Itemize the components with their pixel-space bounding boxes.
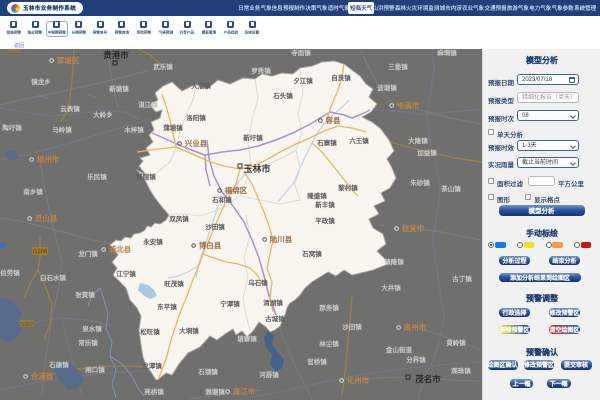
svg-text:博白县: 博白县 — [199, 240, 222, 250]
svg-text:伯劳镇: 伯劳镇 — [0, 268, 20, 277]
svg-text:旺茂镇: 旺茂镇 — [164, 279, 184, 288]
svg-text:张黄镇: 张黄镇 — [75, 290, 95, 299]
svg-text:大潘镇: 大潘镇 — [191, 81, 211, 90]
svg-text:大井镇: 大井镇 — [381, 283, 401, 292]
svg-text:松旺镇: 松旺镇 — [140, 327, 160, 336]
svg-text:镇隆镇: 镇隆镇 — [384, 257, 404, 266]
svg-text:大岭乡: 大岭乡 — [93, 110, 113, 119]
svg-text:马岭镇: 马岭镇 — [52, 125, 72, 134]
svg-text:观珠镇: 观珠镇 — [451, 366, 471, 375]
svg-text:官桥镇: 官桥镇 — [307, 357, 327, 366]
svg-text:黄岭镇: 黄岭镇 — [446, 338, 466, 347]
svg-text:洛阳镇: 洛阳镇 — [186, 113, 206, 122]
svg-text:麻垌镇: 麻垌镇 — [437, 49, 457, 57]
svg-text:浦北县: 浦北县 — [109, 244, 132, 254]
svg-text:沙田镇: 沙田镇 — [205, 222, 225, 231]
svg-text:灵山县: 灵山县 — [35, 213, 58, 223]
svg-text:闸口镇: 闸口镇 — [85, 365, 105, 374]
svg-text:武乐镇: 武乐镇 — [153, 62, 173, 71]
svg-text:石康镇: 石康镇 — [49, 360, 69, 369]
svg-text:镇龙乡: 镇龙乡 — [31, 77, 51, 86]
svg-text:金山街道: 金山街道 — [386, 345, 413, 354]
svg-text:沙田镇: 沙田镇 — [342, 322, 362, 331]
svg-text:黎村镇: 黎村镇 — [338, 183, 358, 192]
svg-text:茂名市: 茂名市 — [415, 374, 441, 384]
svg-text:陆川县: 陆川县 — [270, 234, 293, 244]
svg-text:六王镇: 六王镇 — [349, 136, 369, 145]
svg-text:石和镇: 石和镇 — [212, 195, 232, 204]
svg-text:南乡镇: 南乡镇 — [23, 187, 43, 196]
svg-text:石颈镇: 石颈镇 — [198, 367, 218, 376]
svg-text:石窝镇: 石窝镇 — [302, 249, 322, 258]
svg-text:亮桥镇: 亮桥镇 — [144, 387, 164, 396]
svg-text:河唇镇: 河唇镇 — [259, 370, 279, 379]
svg-text:石头镇: 石头镇 — [273, 91, 293, 100]
svg-text:那务镇: 那务镇 — [319, 303, 339, 312]
svg-text:蒲塘镇: 蒲塘镇 — [163, 123, 183, 132]
svg-text:三堡镇: 三堡镇 — [388, 62, 408, 71]
svg-text:陶圩镇: 陶圩镇 — [2, 123, 22, 132]
svg-text:福绵区: 福绵区 — [225, 185, 248, 195]
svg-text:木梓镇: 木梓镇 — [124, 125, 144, 134]
svg-text:贵港市: 贵港市 — [103, 50, 129, 60]
svg-text:波塘镇: 波塘镇 — [377, 83, 397, 92]
svg-text:湛江镇: 湛江镇 — [138, 100, 158, 109]
svg-text:岑溪市: 岑溪市 — [397, 100, 420, 110]
svg-text:罗秀镇: 罗秀镇 — [251, 66, 271, 75]
svg-text:化州市: 化州市 — [347, 375, 370, 385]
svg-text:新圩镇: 新圩镇 — [243, 133, 263, 142]
svg-text:龙门镇: 龙门镇 — [78, 249, 98, 258]
svg-text:双凤镇: 双凤镇 — [169, 214, 189, 223]
svg-text:江宁镇: 江宁镇 — [116, 269, 136, 278]
svg-text:乌石镇: 乌石镇 — [248, 278, 268, 287]
svg-text:城隍镇: 城隍镇 — [136, 172, 156, 181]
svg-text:东平镇: 东平镇 — [157, 302, 177, 311]
svg-text:清湖镇: 清湖镇 — [263, 298, 283, 307]
svg-text:林尘镇: 林尘镇 — [319, 339, 339, 348]
svg-text:夕江镇: 夕江镇 — [293, 76, 313, 85]
svg-text:大隆镇: 大隆镇 — [408, 136, 428, 145]
svg-text:横州市: 横州市 — [37, 154, 60, 164]
svg-text:朱砂镇: 朱砂镇 — [410, 178, 430, 187]
svg-text:龙潭镇: 龙潭镇 — [142, 361, 162, 370]
svg-text:高州市: 高州市 — [404, 322, 427, 332]
svg-text:云表镇: 云表镇 — [60, 104, 80, 113]
svg-text:塘寨镇: 塘寨镇 — [237, 334, 257, 343]
svg-text:廉江市: 廉江市 — [233, 386, 256, 396]
svg-text:玉林市: 玉林市 — [243, 163, 270, 174]
svg-text:泉水镇: 泉水镇 — [82, 324, 102, 333]
svg-text:加益镇: 加益镇 — [417, 148, 437, 157]
svg-text:G209: G209 — [33, 250, 48, 256]
svg-text:古丁镇: 古丁镇 — [452, 274, 472, 283]
svg-text:白石水镇: 白石水镇 — [40, 273, 67, 282]
svg-text:宁潭镇: 宁潭镇 — [220, 299, 240, 308]
svg-text:大垌镇: 大垌镇 — [179, 326, 199, 335]
svg-text:新丰镇: 新丰镇 — [315, 200, 335, 209]
svg-text:石寨镇: 石寨镇 — [317, 138, 337, 147]
svg-text:永安镇: 永安镇 — [143, 237, 163, 246]
svg-text:自良镇: 自良镇 — [331, 73, 351, 82]
svg-text:新塘镇: 新塘镇 — [109, 84, 129, 93]
svg-text:平政镇: 平政镇 — [315, 216, 335, 225]
svg-text:S202: S202 — [21, 322, 34, 328]
svg-text:合浦县: 合浦县 — [31, 371, 54, 381]
svg-text:常乐镇: 常乐镇 — [78, 338, 98, 347]
svg-text:古城镇: 古城镇 — [265, 314, 285, 323]
svg-text:覃塘区: 覃塘区 — [57, 55, 80, 65]
svg-text:隆盛镇: 隆盛镇 — [307, 191, 327, 200]
svg-text:容县: 容县 — [326, 115, 341, 125]
svg-text:信宜市: 信宜市 — [402, 223, 425, 233]
svg-text:雅塘镇: 雅塘镇 — [205, 387, 225, 396]
svg-text:乐民镇: 乐民镇 — [87, 172, 107, 181]
svg-text:分界镇: 分界镇 — [406, 355, 426, 364]
svg-text:兴业县: 兴业县 — [185, 138, 208, 148]
svg-text:寺面镇: 寺面镇 — [291, 49, 311, 57]
svg-text:茶山镇: 茶山镇 — [441, 184, 461, 193]
